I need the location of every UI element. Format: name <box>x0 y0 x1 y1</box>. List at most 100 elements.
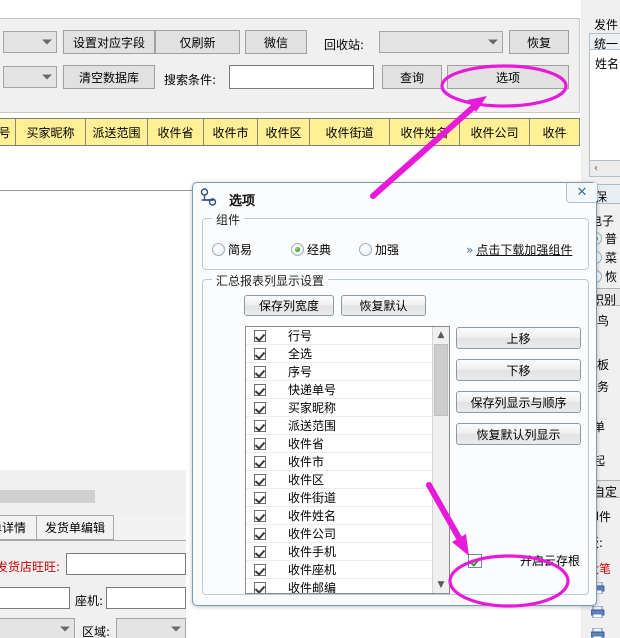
radio-dot-icon <box>359 243 372 256</box>
column-list-item-label: 收件座机 <box>288 563 337 577</box>
chevron-left-icon: ‹ <box>594 163 598 174</box>
checkbox-checked-icon[interactable] <box>254 383 266 396</box>
clear-database-button[interactable]: 清空数据库 <box>63 65 155 89</box>
phone-input[interactable] <box>106 587 186 609</box>
cloud-storage-checkbox-label: 开启云存根 <box>520 554 581 568</box>
set-field-button[interactable]: 设置对应字段 <box>63 30 155 54</box>
scroll-thumb[interactable] <box>434 344 448 416</box>
column-list-item[interactable]: 收件座机 <box>246 561 432 579</box>
restore-default-button[interactable]: 恢复默认 <box>341 295 426 316</box>
dialog-close-button[interactable]: ✕ <box>566 183 598 203</box>
grid-header-cell[interactable]: 收件区 <box>258 119 310 145</box>
scroll-up-icon[interactable]: ▲ <box>433 327 449 343</box>
checkbox-checked-icon[interactable] <box>254 509 266 522</box>
move-up-button[interactable]: 上移 <box>456 327 581 349</box>
move-down-button[interactable]: 下移 <box>456 359 581 381</box>
checkbox-checked-icon[interactable] <box>254 455 266 468</box>
grid-header-cell[interactable]: 号 <box>0 119 16 145</box>
toolbar-combo-2[interactable] <box>3 66 57 88</box>
column-list-item-label: 收件邮编 <box>288 581 337 593</box>
printer-icon[interactable] <box>591 606 605 618</box>
radio-classic[interactable]: 经典 <box>291 241 331 258</box>
recycle-bin-combo[interactable] <box>379 31 503 53</box>
wechat-button[interactable]: 微信 <box>245 30 307 54</box>
column-list-item[interactable]: 快递单号 <box>246 381 432 399</box>
grid-header-cell[interactable]: 收件 <box>530 119 580 145</box>
column-list-item[interactable]: 收件区 <box>246 471 432 489</box>
column-list-item[interactable]: 收件手机 <box>246 543 432 561</box>
checkbox-checked-icon[interactable] <box>254 437 266 450</box>
restore-button[interactable]: 恢复 <box>509 30 569 54</box>
column-list[interactable]: 行号 全选 序号快递单号买家昵称派送范围收件省收件市收件区 收件街道 收件姓名收件公司收… <box>245 326 450 594</box>
checkbox-checked-icon[interactable] <box>254 347 266 360</box>
save-column-width-button[interactable]: 保存列宽度 <box>244 295 334 316</box>
radio-enhanced[interactable]: 加强 <box>359 241 399 258</box>
refresh-only-button[interactable]: 仅刷新 <box>155 30 240 54</box>
report-columns-groupbox-title: 汇总报表列显示设置 <box>212 272 329 289</box>
refresh-only-button-label: 仅刷新 <box>179 35 216 50</box>
column-list-item-label: 收件市 <box>288 455 325 469</box>
grid-header-cell[interactable]: 收件街道 <box>310 119 390 145</box>
column-list-scrollbar[interactable]: ▲ ▼ <box>432 327 449 593</box>
column-list-item[interactable]: 收件市 <box>246 453 432 471</box>
grid-header-cell[interactable]: 买家昵称 <box>16 119 86 145</box>
column-list-item[interactable]: 收件街道 <box>246 489 432 507</box>
column-list-item[interactable]: 收件邮编 <box>246 579 432 593</box>
right-panel-tab[interactable]: 统一 <box>589 33 620 51</box>
options-button[interactable]: 选项 <box>447 65 569 89</box>
column-list-item-label: 派送范围 <box>288 419 337 433</box>
column-list-item[interactable]: 收件姓名 <box>246 507 432 525</box>
grid-header-cell[interactable]: 收件市 <box>204 119 258 145</box>
component-groupbox: 组件 简易 经典 加强 » 点击下载加强组件 <box>202 211 589 270</box>
column-list-item-label: 收件手机 <box>288 545 337 559</box>
component-groupbox-title: 组件 <box>212 211 245 228</box>
column-list-item[interactable]: 派送范围 <box>246 417 432 435</box>
city-combo[interactable] <box>0 618 75 638</box>
checkbox-checked-icon[interactable] <box>254 545 266 558</box>
grid-header-cell[interactable]: 收件省 <box>148 119 204 145</box>
column-list-item-label: 收件公司 <box>288 527 337 541</box>
save-column-order-label: 保存列显示与顺序 <box>470 395 567 410</box>
sender-group-label: 发件 <box>594 18 619 32</box>
cloud-storage-checkbox[interactable]: 开启云存根 <box>468 552 580 569</box>
checkbox-checked-icon[interactable] <box>254 365 266 378</box>
scroll-down-icon[interactable]: ▼ <box>433 577 449 593</box>
restore-default-columns-label: 恢复默认列显示 <box>476 427 561 442</box>
column-list-item[interactable]: 收件公司 <box>246 525 432 543</box>
column-list-item[interactable]: 收件省 <box>246 435 432 453</box>
column-list-item[interactable]: 行号 <box>246 327 432 345</box>
name-label: 姓名 <box>595 57 620 71</box>
radio-simple-label: 简易 <box>228 243 253 257</box>
checkbox-checked-icon[interactable] <box>254 491 266 504</box>
tab-shipment-edit[interactable]: 发货单编辑 <box>36 515 114 540</box>
query-button[interactable]: 查询 <box>382 65 442 89</box>
mobile-input[interactable] <box>0 587 70 609</box>
checkbox-checked-icon[interactable] <box>254 527 266 540</box>
toolbar-combo-1[interactable] <box>3 31 57 53</box>
column-list-item-label: 快递单号 <box>288 383 337 397</box>
checkbox-checked-icon[interactable] <box>254 401 266 414</box>
radio-dot-icon <box>291 243 304 256</box>
checkbox-checked-icon[interactable] <box>254 563 266 576</box>
save-column-order-button[interactable]: 保存列显示与顺序 <box>456 391 581 413</box>
grid-header-cell[interactable]: 收件姓名 <box>390 119 460 145</box>
checkbox-checked-icon[interactable] <box>254 419 266 432</box>
grid-header-cell[interactable]: 派送范围 <box>86 119 148 145</box>
radio-simple[interactable]: 简易 <box>212 241 252 258</box>
scroll-thumb[interactable] <box>0 490 95 503</box>
column-list-item[interactable]: 买家昵称 <box>246 399 432 417</box>
checkbox-checked-icon[interactable] <box>254 473 266 486</box>
checkbox-checked-icon[interactable] <box>254 329 266 342</box>
checkbox-checked-icon[interactable] <box>254 581 266 593</box>
column-list-item[interactable]: 全选 <box>246 345 432 363</box>
download-enhanced-link[interactable]: » 点击下载加强组件 <box>466 241 572 258</box>
restore-default-columns-button[interactable]: 恢复默认列显示 <box>456 423 581 445</box>
grid-header-cell[interactable]: 收件公司 <box>460 119 530 145</box>
search-input[interactable] <box>229 65 374 89</box>
column-list-item[interactable]: 序号 <box>246 363 432 381</box>
bottom-left-panel: 单详情 发货单编辑 发货店旺旺: 座机: 区域: <box>0 470 186 638</box>
printer-icon[interactable] <box>591 628 605 638</box>
shop-ww-input[interactable] <box>66 553 186 575</box>
region-combo[interactable] <box>116 618 186 638</box>
right-panel-scroll-left-button[interactable]: ‹ <box>589 160 620 177</box>
